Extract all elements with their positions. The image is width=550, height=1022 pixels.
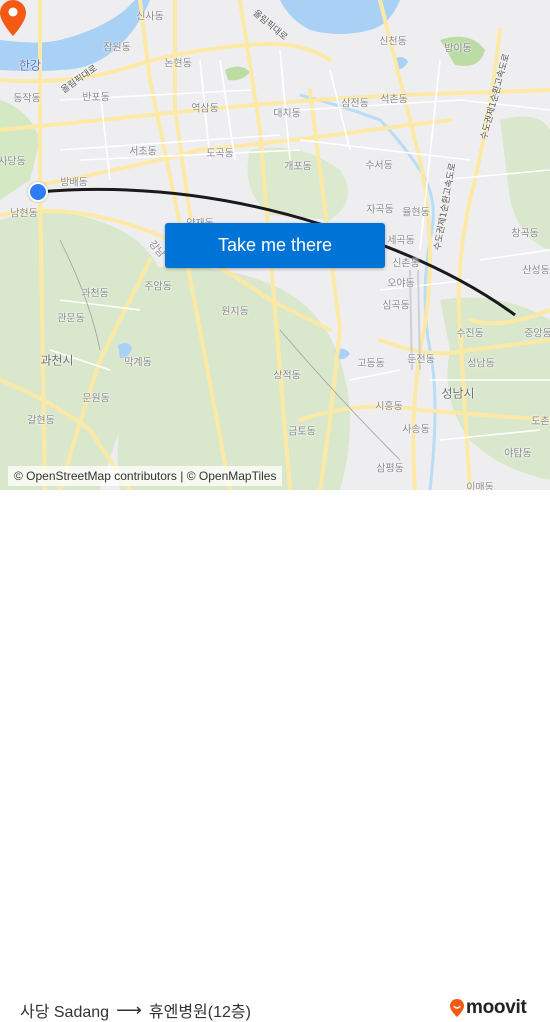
label-geumto: 금토동 [288,426,316,438]
label-sadang: 사당동 [0,156,26,168]
label-sangjeok: 상적동 [273,370,301,382]
label-samjeon: 삼전동 [341,98,369,110]
label-juam: 주암동 [144,281,172,293]
label-jagok: 자곡동 [366,204,394,216]
moovit-wordmark: moovit [466,997,527,1018]
label-bangbae: 방배동 [60,177,88,189]
map-view[interactable]: 한강 신사동 잠원동 논현동 반포동 동작동 역삼동 대치동 삼전동 석촌동 신… [0,0,550,490]
label-nonhyeon: 논현동 [164,58,192,70]
label-gwanmun: 관문동 [57,313,85,325]
label-seongnam-si: 성남시 [441,386,475,401]
label-seongnam-dong: 성남동 [467,358,495,370]
label-hangang: 한강 [18,58,42,73]
arrow-right-icon: ⟶ [116,999,142,1020]
label-sinchon2: 신촌동 [392,258,420,270]
label-sujin: 수진동 [456,328,484,340]
park-area [117,266,350,490]
label-jamwon: 잠원동 [103,42,131,54]
route-title: 사당 Sadang ⟶ 휴엔병원(12층) [20,998,251,1022]
route-destination: 휴엔병원(12층) [148,1004,251,1021]
label-seocho: 서초동 [129,146,157,158]
label-segok: 세곡동 [387,235,415,247]
label-seokchon: 석촌동 [380,94,408,106]
label-jungang: 중앙동 [524,328,550,340]
label-suseo: 수서동 [365,160,393,172]
label-yeoksam: 역삼동 [191,103,219,115]
label-wonji: 원지동 [221,306,249,318]
footer: 사당 Sadang ⟶ 휴엔병원(12층) moovit [0,490,550,1021]
destination-marker-icon[interactable] [0,0,26,36]
park-area [225,66,250,81]
label-dongjak: 동작동 [13,93,41,105]
label-sanseong: 산성동 [522,265,550,277]
label-yatap: 야탑동 [504,448,532,460]
label-siheung: 시흥동 [375,401,403,413]
label-yulhyeon: 율현동 [402,207,430,219]
map-attribution[interactable]: © OpenStreetMap contributors | © OpenMap… [8,466,283,486]
moovit-logo[interactable]: moovit [450,997,527,1019]
label-sasong: 사송동 [402,424,430,436]
label-galhyeon: 갈현동 [27,415,55,427]
label-imae: 이매동 [466,482,494,491]
route-origin: 사당 Sadang [20,1004,110,1021]
label-dochon: 도촌동 [531,416,550,428]
label-simgok: 심곡동 [382,300,410,312]
label-dogok: 도곡동 [206,148,234,160]
label-makgye: 막계동 [124,357,152,369]
label-namhyeon: 남현동 [10,208,38,220]
origin-marker[interactable] [28,182,48,202]
label-oya: 오야동 [387,278,415,290]
label-gwacheon-si: 과천시 [40,353,74,368]
take-me-there-button[interactable]: Take me there [165,223,385,268]
label-changgok: 창곡동 [511,228,539,240]
label-banpo: 반포동 [82,92,110,104]
label-sinsa: 신사동 [136,11,164,23]
label-gwacheon-dong: 과천동 [81,288,109,300]
label-sincheon: 신천동 [379,36,407,48]
moovit-pin-icon [450,999,464,1017]
label-gaepo: 개포동 [284,161,312,173]
label-godeung: 고등동 [357,358,385,370]
label-sampyeong: 삼평동 [376,463,404,475]
label-daechi: 대치동 [273,108,301,120]
label-munwon: 문원동 [82,393,110,405]
label-bangi: 방이동 [444,43,472,55]
label-dunjeon: 둔전동 [407,354,435,366]
